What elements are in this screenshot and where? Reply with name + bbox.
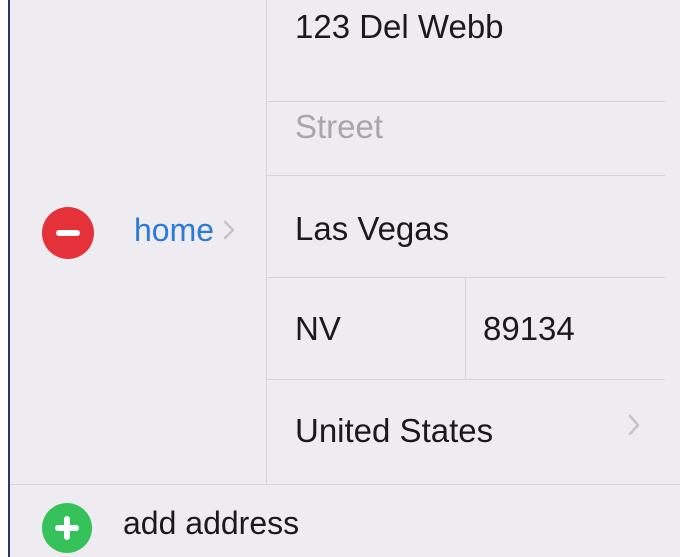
country-field[interactable]: United States <box>295 412 493 450</box>
city-row[interactable]: Las Vegas <box>267 176 665 278</box>
street-line2-field[interactable]: Street <box>295 108 383 146</box>
zip-field[interactable]: 89134 <box>483 310 575 348</box>
state-field[interactable]: NV <box>295 310 341 348</box>
state-zip-row: NV 89134 <box>267 278 665 380</box>
street-line1-field[interactable]: 123 Del Webb <box>295 8 504 46</box>
chevron-right-icon <box>628 414 640 436</box>
add-address-row[interactable]: add address <box>10 484 680 557</box>
address-fields: 123 Del Webb Street Las Vegas NV 89134 U… <box>266 0 665 484</box>
city-field[interactable]: Las Vegas <box>295 210 449 248</box>
address-entry: home 123 Del Webb Street Las Vegas NV 89… <box>10 0 680 484</box>
street-line2-row[interactable]: Street <box>267 74 665 176</box>
country-row[interactable]: United States <box>267 380 665 482</box>
minus-circle-icon <box>56 230 80 236</box>
add-address-label[interactable]: add address <box>123 505 299 542</box>
add-address-button[interactable] <box>42 503 92 553</box>
chevron-right-icon <box>223 220 235 240</box>
address-label: home <box>134 211 215 248</box>
address-label-selector[interactable]: home <box>134 207 236 253</box>
remove-address-button[interactable] <box>42 207 94 259</box>
state-zip-divider <box>465 278 466 379</box>
contact-edit-screen: home 123 Del Webb Street Las Vegas NV 89… <box>8 0 680 557</box>
